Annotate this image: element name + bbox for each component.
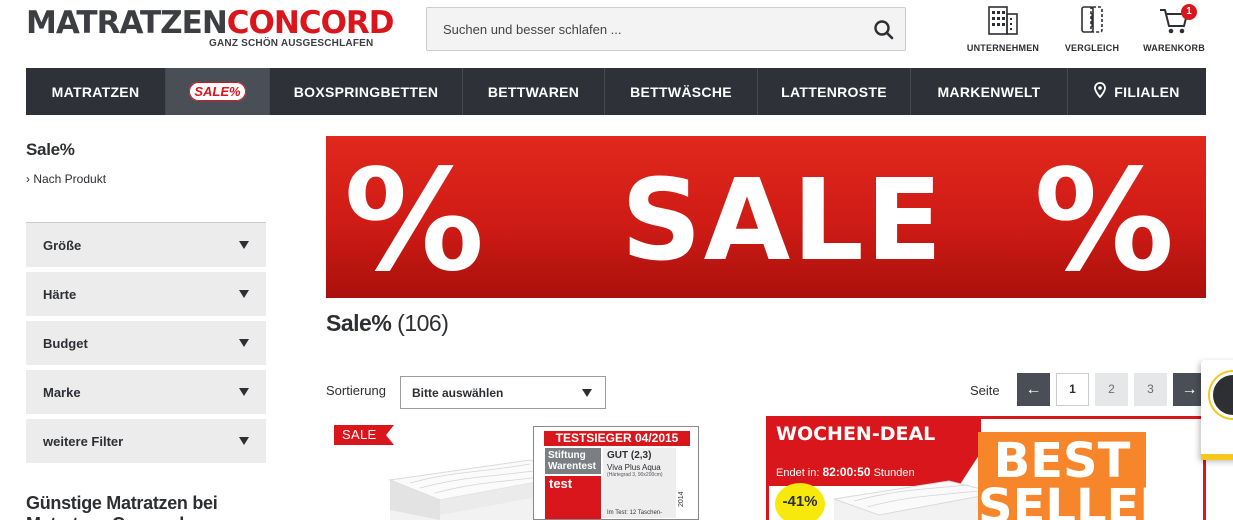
test-org: Stiftung Warentest [545,448,601,474]
company-link[interactable]: UNTERNEHMEN [964,3,1042,55]
cart-label: WARENKORB [1143,43,1205,53]
cart-count-badge: 1 [1181,4,1197,20]
sale-pill: SALE% [189,82,246,101]
chevron-down-icon [582,389,592,397]
banner-percent-left: % [344,140,485,298]
pagination-page-2[interactable]: 2 [1095,373,1128,406]
main-nav: MATRATZEN SALE% BOXSPRINGBETTEN BETTWARE… [26,68,1206,115]
logo-tagline: GANZ SCHÖN AUSGESCHLAFEN [209,38,374,49]
chevron-down-icon [239,290,249,298]
filter-haerte[interactable]: Härte [26,272,266,316]
pagination-prev-button[interactable]: ← [1017,373,1050,406]
test-award-header: TESTSIEGER 04/2015 [544,431,690,446]
banner-sale-text: SALE [621,156,945,286]
pagination-page-1[interactable]: 1 [1056,373,1089,406]
logo-text: MATRATZENCONCORD [26,5,395,41]
sort-selected-value: Bitte auswählen [412,386,504,400]
nav-item-sale[interactable]: SALE% [166,68,270,115]
logo[interactable]: MATRATZENCONCORD GANZ SCHÖN AUSGESCHLAFE… [26,5,395,52]
test-grade-box: GUT (2,3) Viva Plus Aqua (Härtegrad 3, 9… [603,448,676,518]
trust-badge-stripe [1201,454,1233,460]
nav-item-lattenroste[interactable]: LATTENROSTE [758,68,911,115]
chevron-down-icon [239,339,249,347]
test-detail: (Härtegrad 3, 90x200cm) [607,472,663,478]
discount-badge: -41% [775,483,825,520]
sort-select[interactable]: Bitte auswählen [400,376,606,409]
sidebar-title: Sale% [26,140,75,159]
chevron-down-icon [239,388,249,396]
test-note: Im Test: 12 Taschen- [607,510,663,516]
mattress-image [833,480,998,520]
compare-link[interactable]: VERGLEICH [1053,3,1131,55]
results-heading: Sale% (106) [326,310,449,336]
search-box [426,7,906,51]
filter-weitere[interactable]: weitere Filter [26,419,266,463]
sale-tag: SALE [334,425,394,445]
compare-icon [1081,6,1103,33]
nav-item-matratzen[interactable]: MATRATZEN [26,68,166,115]
chevron-down-icon [239,437,249,445]
filter-marke[interactable]: Marke [26,370,266,414]
sort-label: Sortierung [326,383,386,398]
deal-title: WOCHEN-DEAL [776,423,936,445]
company-label: UNTERNEHMEN [966,43,1040,53]
nav-item-filialen[interactable]: FILIALEN [1068,68,1206,115]
test-logo: test [545,476,601,519]
sale-banner[interactable]: % SALE % [326,136,1206,298]
results-count: (106) [397,310,449,336]
test-issue: 2014 [678,491,685,507]
sidebar-link-nach-produkt[interactable]: › Nach Produkt [26,172,106,186]
nav-item-boxspringbetten[interactable]: BOXSPRINGBETTEN [270,68,463,115]
deal-timer: 82:00:50 [822,465,871,479]
location-pin-icon [1094,82,1107,101]
pagination-label: Seite [970,383,1000,398]
chevron-down-icon [239,241,249,249]
trust-seal-icon [1210,372,1233,418]
deal-countdown: Endet in: 82:00:50 Stunden [776,465,915,479]
weekly-deal-card[interactable]: WOCHEN-DEAL Endet in: 82:00:50 Stunden -… [766,416,1206,520]
filter-groesse[interactable]: Größe [26,223,266,267]
test-grade: GUT (2,3) [607,450,652,461]
nav-item-markenwelt[interactable]: MARKENWELT [911,68,1068,115]
trust-badge-widget[interactable] [1201,360,1233,460]
nav-item-bettwaren[interactable]: BETTWAREN [463,68,605,115]
banner-percent-right: % [1034,140,1175,298]
nav-item-bettwaesche[interactable]: BETTWÄSCHE [605,68,758,115]
building-icon [988,6,1018,35]
sidebar-seo-heading: Günstige Matratzen bei Matratzen Concord [26,493,218,520]
test-product: Viva Plus Aqua [607,463,661,472]
filter-budget[interactable]: Budget [26,321,266,365]
search-icon [874,20,894,40]
bestseller-badge: BEST SELLER [978,432,1176,520]
search-button[interactable] [871,17,897,43]
pagination-page-3[interactable]: 3 [1134,373,1167,406]
cart-link[interactable]: 1 WARENKORB [1135,3,1213,55]
test-award-badge: TESTSIEGER 04/2015 Stiftung Warentest te… [533,426,699,520]
search-input[interactable] [427,8,867,50]
compare-label: VERGLEICH [1064,43,1120,53]
